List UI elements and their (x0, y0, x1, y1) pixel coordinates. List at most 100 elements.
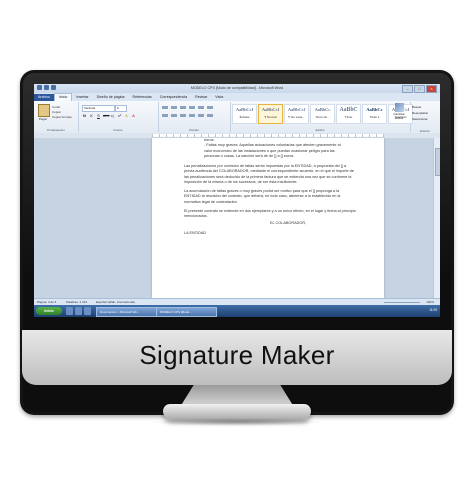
align-right-icon[interactable] (180, 114, 186, 117)
paragraph-closing: El presente contrato se extiende en dos … (184, 209, 356, 219)
style-sample: AaBbC (339, 107, 358, 113)
group-label-styles: Estilos (315, 128, 325, 132)
media-icon[interactable] (84, 307, 91, 315)
stand-shadow (150, 418, 324, 426)
multilevel-list-icon[interactable] (180, 106, 186, 109)
align-center-icon[interactable] (171, 114, 177, 117)
ribbon: Pegar Cortar Copiar Copiar formato Porta… (34, 101, 440, 134)
numbering-icon[interactable] (171, 106, 177, 109)
start-button[interactable]: Inicio (36, 307, 62, 315)
strikethrough-icon[interactable]: abc (103, 113, 109, 118)
minimize-button[interactable]: – (402, 85, 413, 93)
style-plain-text[interactable]: AaBbCc Texto sin... (310, 104, 335, 124)
folder-icon[interactable] (75, 307, 82, 315)
change-styles-button[interactable]: Cambiar estilos (392, 103, 406, 121)
taskbar-window-modelo-cps[interactable]: MODELO CPS [Modo... (156, 307, 217, 317)
change-styles-label: Cambiar estilos (393, 112, 405, 120)
tab-references[interactable]: Referencias (129, 94, 156, 101)
cut-button[interactable]: Cortar (52, 105, 60, 109)
shading-icon[interactable] (207, 114, 213, 117)
ie-icon[interactable] (66, 307, 73, 315)
font-format-row: N K S abc x₂ x² A A (82, 113, 136, 118)
style-sample: AaBbCc (366, 107, 383, 112)
tab-home[interactable]: Inicio (53, 93, 73, 101)
font-group: Verdana 9 N K S abc x₂ x² A A Fuente (78, 102, 159, 132)
paste-label: Pegar (38, 117, 47, 121)
tab-page-layout[interactable]: Diseño de página (93, 94, 129, 101)
justify-icon[interactable] (189, 114, 195, 117)
style-name: ¶ Normal (264, 115, 277, 119)
paste-button[interactable]: Pegar (37, 104, 50, 121)
decrease-indent-icon[interactable] (189, 106, 195, 109)
font-color-icon[interactable]: A (131, 113, 136, 118)
product-label: Signature Maker (139, 340, 335, 370)
style-name: Énfasis (239, 115, 250, 119)
scrollbar-thumb[interactable] (435, 148, 440, 176)
style-sample: AaBbCc (314, 107, 331, 112)
style-heading-1[interactable]: AaBbCc Título 1 (362, 104, 387, 124)
line-spacing-icon[interactable] (198, 114, 204, 117)
tab-file[interactable]: Archivo (34, 94, 54, 101)
change-styles-icon (394, 103, 404, 112)
copy-button[interactable]: Copiar (52, 110, 61, 114)
text-highlight-icon[interactable]: A (124, 113, 129, 118)
style-name: Título 1 (369, 115, 380, 119)
paragraph-accumulation: La acumulación de faltas graves o muy gr… (184, 189, 341, 204)
sort-icon[interactable] (207, 106, 213, 109)
style-emphasis[interactable]: AaBbCcI Énfasis (232, 104, 257, 124)
signatory-collaborator: EL COLABORADOR, (270, 221, 307, 225)
style-name: ¶ Sin espa... (288, 115, 305, 119)
list-buttons-row (162, 106, 213, 109)
alignment-buttons-row (162, 114, 213, 117)
style-sample: AaBbCcI (287, 107, 306, 112)
bold-icon[interactable]: N (82, 113, 87, 118)
style-sample: AaBbCcI (261, 107, 280, 112)
group-label-clipboard: Portapapeles (47, 128, 65, 132)
font-size-select[interactable]: 9 (115, 105, 127, 112)
maximize-button[interactable]: □ (414, 85, 425, 93)
tab-mailings[interactable]: Correspondencia (156, 94, 191, 101)
close-button[interactable]: × (426, 85, 437, 93)
increase-indent-icon[interactable] (198, 106, 204, 109)
replace-button[interactable]: Reemplazar (412, 111, 428, 115)
zoom-slider[interactable] (384, 302, 420, 303)
find-button[interactable]: Buscar (412, 105, 421, 109)
title-bar: MODELO CPS [Modo de compatibilidad] - Mi… (34, 84, 440, 93)
vertical-scrollbar[interactable] (433, 138, 440, 298)
clipboard-icon (38, 104, 50, 117)
taskbar: Inicio Documento1 - Microsoft Wo... MODE… (34, 305, 440, 317)
paragraph-group: Párrafo (158, 102, 231, 132)
select-button[interactable]: Seleccionar (412, 117, 428, 121)
underline-icon[interactable]: S (96, 113, 101, 118)
superscript-icon[interactable]: x² (117, 113, 122, 118)
paragraph-penalties: Las penalizaciones por comisión de falta… (184, 164, 354, 185)
style-name: Título (344, 115, 353, 119)
align-left-icon[interactable] (162, 114, 168, 117)
style-title[interactable]: AaBbC Título (336, 104, 361, 124)
taskbar-window-documento1[interactable]: Documento1 - Microsoft Wo... (96, 307, 157, 317)
style-no-spacing[interactable]: AaBbCcI ¶ Sin espa... (284, 104, 309, 124)
style-normal[interactable]: AaBbCcI ¶ Normal (258, 104, 283, 124)
clipboard-group: Pegar Cortar Copiar Copiar formato Porta… (34, 102, 79, 132)
style-name: Texto sin... (315, 115, 330, 119)
italic-icon[interactable]: K (89, 113, 94, 118)
ribbon-tabs: Archivo Inicio Insertar Diseño de página… (34, 93, 440, 101)
group-label-font: Fuente (113, 128, 123, 132)
signatory-entity: LA ENTIDAD (184, 231, 207, 235)
subscript-icon[interactable]: x₂ (110, 113, 115, 118)
format-painter-button[interactable]: Copiar formato (52, 115, 72, 119)
bullets-icon[interactable] (162, 106, 168, 109)
group-label-paragraph: Párrafo (189, 128, 199, 132)
screen: MODELO CPS [Modo de compatibilidad] - Mi… (34, 84, 440, 317)
bullet-list: euros. - Faltas muy graves: Aquellas act… (204, 138, 372, 160)
styles-gallery: AaBbCcI Énfasis AaBbCcI ¶ Normal AaBbCcI ¶ … (232, 104, 413, 124)
font-name-select[interactable]: Verdana (82, 105, 115, 112)
tab-insert[interactable]: Insertar (72, 94, 92, 101)
document-page[interactable]: euros. - Faltas muy graves: Aquellas act… (152, 138, 384, 298)
list-item: personas o cosas. La sanción será de de … (204, 154, 295, 159)
tab-review[interactable]: Revisar (191, 94, 211, 101)
tab-view[interactable]: Vista (211, 94, 227, 101)
system-clock[interactable]: 11:09 (429, 308, 437, 312)
styles-group: AaBbCcI Énfasis AaBbCcI ¶ Normal AaBbCcI ¶ … (230, 102, 413, 132)
window-controls: – □ × (402, 85, 437, 93)
